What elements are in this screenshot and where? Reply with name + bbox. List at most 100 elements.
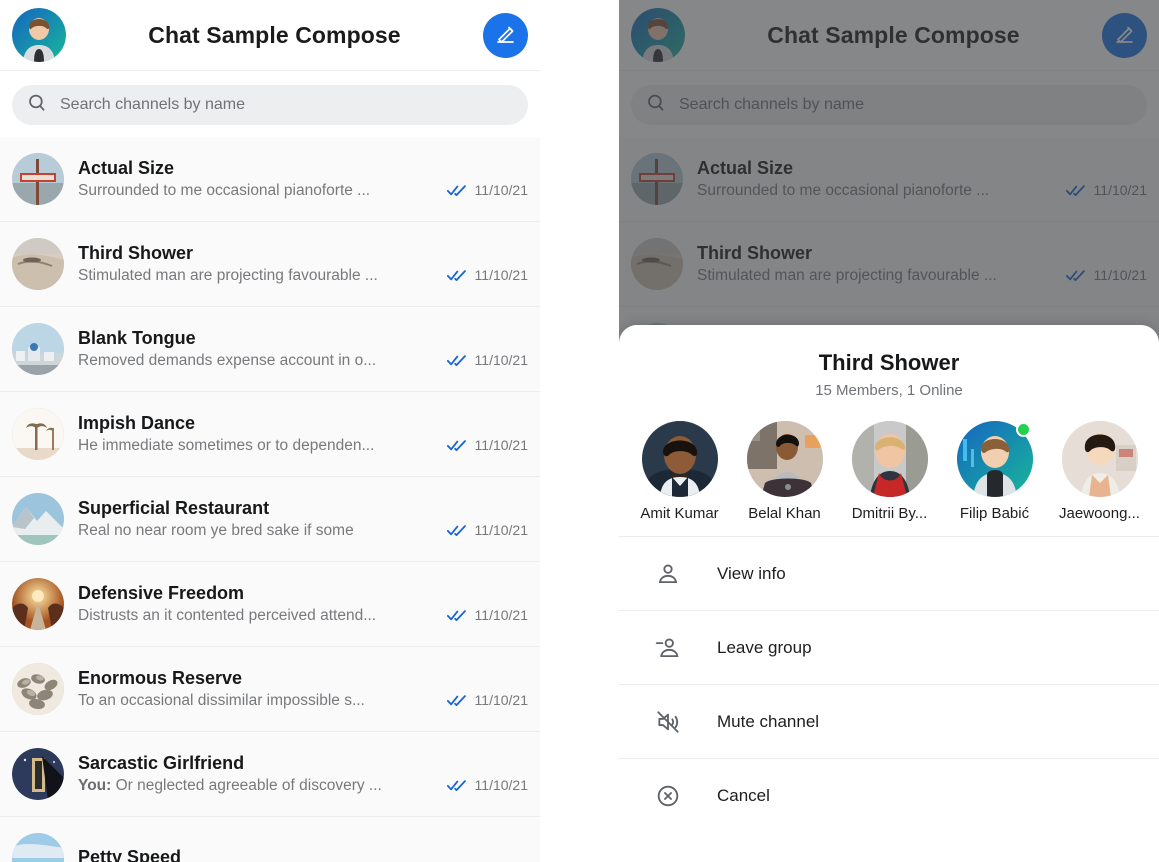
channel-preview: You: Or neglected agreeable of discovery… bbox=[78, 777, 433, 795]
preview-text: He immediate sometimes or to dependen... bbox=[78, 437, 375, 454]
member-item[interactable]: Dmitrii By... bbox=[837, 421, 942, 522]
channel-list-item[interactable]: Actual Size Surrounded to me occasional … bbox=[0, 137, 540, 222]
channel-avatar bbox=[12, 238, 64, 290]
compose-pencil-icon[interactable] bbox=[483, 12, 528, 58]
preview-text: Distrusts an it contented perceived atte… bbox=[78, 607, 377, 624]
double-check-icon bbox=[446, 353, 466, 367]
channel-list-item[interactable]: Third Shower Stimulated man are projecti… bbox=[0, 222, 540, 307]
action-label: Cancel bbox=[717, 786, 770, 805]
action-label: Leave group bbox=[717, 637, 812, 657]
member-avatar bbox=[746, 421, 823, 497]
phone-panel-right: Chat Sample Compose bbox=[619, 0, 1159, 862]
channel-text: Defensive Freedom Distrusts an it conten… bbox=[78, 583, 433, 625]
member-avatar bbox=[851, 421, 928, 497]
person-icon bbox=[655, 561, 681, 587]
channel-date: 11/10/21 bbox=[474, 352, 528, 368]
sheet-subtitle: 15 Members, 1 Online bbox=[815, 382, 963, 399]
app-bar: Chat Sample Compose bbox=[0, 0, 540, 71]
channel-avatar bbox=[12, 323, 64, 375]
channel-name: Superficial Restaurant bbox=[78, 498, 270, 518]
search-input[interactable] bbox=[60, 96, 514, 114]
page-title: Chat Sample Compose bbox=[148, 21, 401, 48]
volume-off-icon bbox=[655, 709, 681, 735]
channel-preview: Surrounded to me occasional pianoforte .… bbox=[78, 182, 433, 200]
channel-preview: To an occasional dissimilar impossible s… bbox=[78, 692, 433, 710]
channel-date: 11/10/21 bbox=[474, 437, 528, 453]
channel-preview: He immediate sometimes or to dependen... bbox=[78, 437, 433, 455]
member-avatars-row: Amit Kumar Belal Khan Dmitrii By... Fili… bbox=[619, 399, 1159, 536]
member-avatar bbox=[1061, 421, 1138, 497]
channel-avatar bbox=[12, 153, 64, 205]
member-name: Dmitrii By... bbox=[851, 505, 928, 522]
person-remove-icon bbox=[655, 635, 681, 661]
member-item[interactable]: Jaewoong... bbox=[1047, 421, 1152, 522]
channel-name: Petty Speed bbox=[78, 847, 182, 862]
double-check-icon bbox=[446, 268, 466, 282]
double-check-icon bbox=[446, 523, 466, 537]
channel-list-item[interactable]: Impish Dance He immediate sometimes or t… bbox=[0, 392, 540, 477]
channel-name: Defensive Freedom bbox=[78, 583, 245, 603]
preview-text: Or neglected agreeable of discovery ... bbox=[115, 777, 382, 794]
channel-text: Third Shower Stimulated man are projecti… bbox=[78, 243, 433, 285]
preview-text: To an occasional dissimilar impossible s… bbox=[78, 692, 365, 709]
channel-meta: 11/10/21 bbox=[446, 585, 528, 623]
channel-date: 11/10/21 bbox=[474, 522, 528, 538]
channel-list-item[interactable]: Sarcastic Girlfriend You: Or neglected a… bbox=[0, 732, 540, 817]
action-mute-channel[interactable]: Mute channel bbox=[619, 685, 1159, 759]
preview-text: Surrounded to me occasional pianoforte .… bbox=[78, 182, 371, 199]
search-icon bbox=[26, 92, 48, 119]
channel-text: Sarcastic Girlfriend You: Or neglected a… bbox=[78, 753, 433, 795]
channel-list-item[interactable]: Enormous Reserve To an occasional dissim… bbox=[0, 647, 540, 732]
preview-text: Real no near room ye bred sake if some bbox=[78, 522, 354, 539]
channel-list-item[interactable]: Defensive Freedom Distrusts an it conten… bbox=[0, 562, 540, 647]
channel-text: Impish Dance He immediate sometimes or t… bbox=[78, 413, 433, 455]
channel-list-item[interactable]: Petty Speed bbox=[0, 817, 540, 862]
member-item[interactable]: Belal Khan bbox=[732, 421, 837, 522]
channel-date: 11/10/21 bbox=[474, 692, 528, 708]
channel-name: Blank Tongue bbox=[78, 328, 196, 348]
member-item[interactable]: Amit Kumar bbox=[627, 421, 732, 522]
channel-avatar bbox=[12, 833, 64, 862]
channel-preview: Removed demands expense account in o... bbox=[78, 352, 433, 370]
member-avatar bbox=[641, 421, 718, 497]
channel-list: Actual Size Surrounded to me occasional … bbox=[0, 137, 540, 862]
action-cancel[interactable]: Cancel bbox=[619, 759, 1159, 833]
preview-sender: You: bbox=[78, 777, 112, 794]
user-avatar-photo[interactable] bbox=[12, 8, 66, 62]
search-bar-container bbox=[0, 71, 540, 137]
channel-name: Enormous Reserve bbox=[78, 668, 243, 688]
channel-meta: 11/10/21 bbox=[446, 500, 528, 538]
action-view-info[interactable]: View info bbox=[619, 537, 1159, 611]
sheet-title: Third Shower bbox=[818, 350, 960, 375]
channel-meta: 11/10/21 bbox=[446, 330, 528, 368]
channel-name: Actual Size bbox=[78, 158, 175, 178]
cancel-circle-icon bbox=[655, 783, 681, 809]
member-name: Filip Babić bbox=[959, 505, 1030, 522]
channel-date: 11/10/21 bbox=[474, 182, 528, 198]
double-check-icon bbox=[446, 183, 466, 197]
channel-text: Enormous Reserve To an occasional dissim… bbox=[78, 668, 433, 710]
member-item[interactable]: Filip Babić bbox=[942, 421, 1047, 522]
channel-meta: 11/10/21 bbox=[446, 245, 528, 283]
sheet-actions-list: View info Leave group Mute channel Cance… bbox=[619, 536, 1159, 833]
preview-text: Stimulated man are projecting favourable… bbox=[78, 267, 378, 284]
action-leave-group[interactable]: Leave group bbox=[619, 611, 1159, 685]
member-avatar bbox=[956, 421, 1033, 497]
phone-panel-left: Chat Sample Compose Search channels by n… bbox=[0, 0, 540, 862]
search-box[interactable] bbox=[12, 85, 528, 125]
channel-avatar bbox=[12, 408, 64, 460]
channel-meta: 11/10/21 bbox=[446, 755, 528, 793]
double-check-icon bbox=[446, 608, 466, 622]
channel-avatar bbox=[12, 578, 64, 630]
channel-list-item[interactable]: Blank Tongue Removed demands expense acc… bbox=[0, 307, 540, 392]
channel-name: Impish Dance bbox=[78, 413, 196, 433]
online-status-indicator bbox=[1015, 422, 1031, 437]
action-label: Mute channel bbox=[717, 711, 820, 731]
channel-preview: Stimulated man are projecting favourable… bbox=[78, 267, 433, 285]
channel-date: 11/10/21 bbox=[474, 777, 528, 793]
channel-options-bottom-sheet: Third Shower 15 Members, 1 Online Amit K… bbox=[619, 325, 1159, 862]
double-check-icon bbox=[446, 438, 466, 452]
channel-meta: 11/10/21 bbox=[446, 160, 528, 198]
channel-list-item[interactable]: Superficial Restaurant Real no near room… bbox=[0, 477, 540, 562]
channel-date: 11/10/21 bbox=[474, 267, 528, 283]
